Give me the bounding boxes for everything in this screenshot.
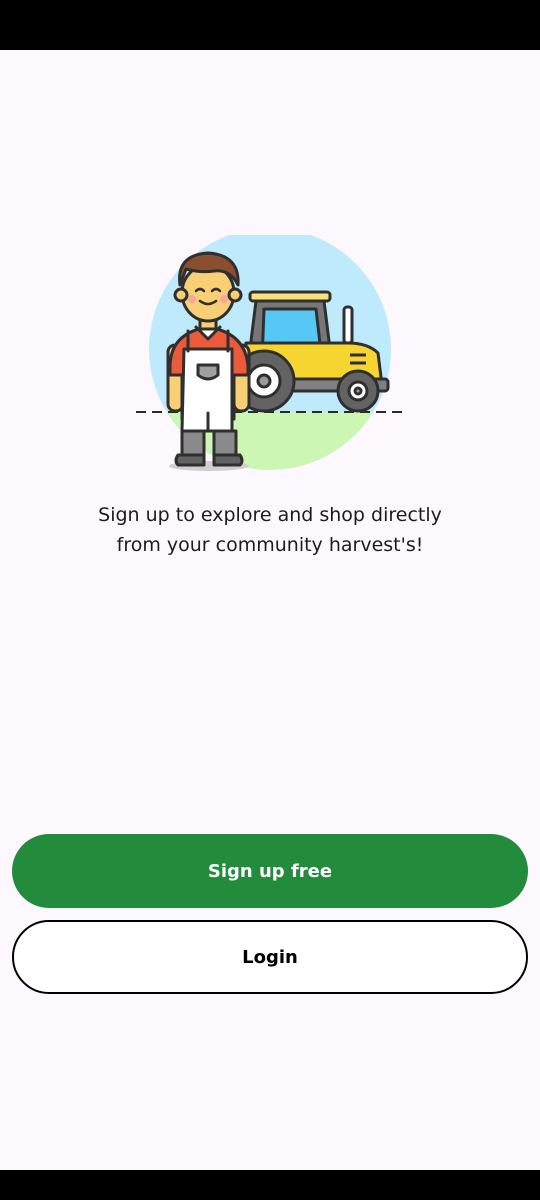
login-button[interactable]: Login (12, 920, 528, 994)
signup-button-label: Sign up free (207, 860, 333, 882)
status-bar (0, 0, 540, 50)
signup-button[interactable]: Sign up free (12, 834, 528, 908)
farmer-tractor-illustration (130, 228, 410, 475)
login-button-label: Login (242, 946, 298, 968)
welcome-tagline: Sign up to explore and shop directly fro… (40, 500, 500, 560)
farmer-tractor-icon (136, 228, 404, 471)
navigation-bar (0, 1170, 540, 1200)
tagline-line-1: Sign up to explore and shop directly (98, 504, 442, 526)
tagline-line-2: from your community harvest's! (116, 534, 424, 556)
